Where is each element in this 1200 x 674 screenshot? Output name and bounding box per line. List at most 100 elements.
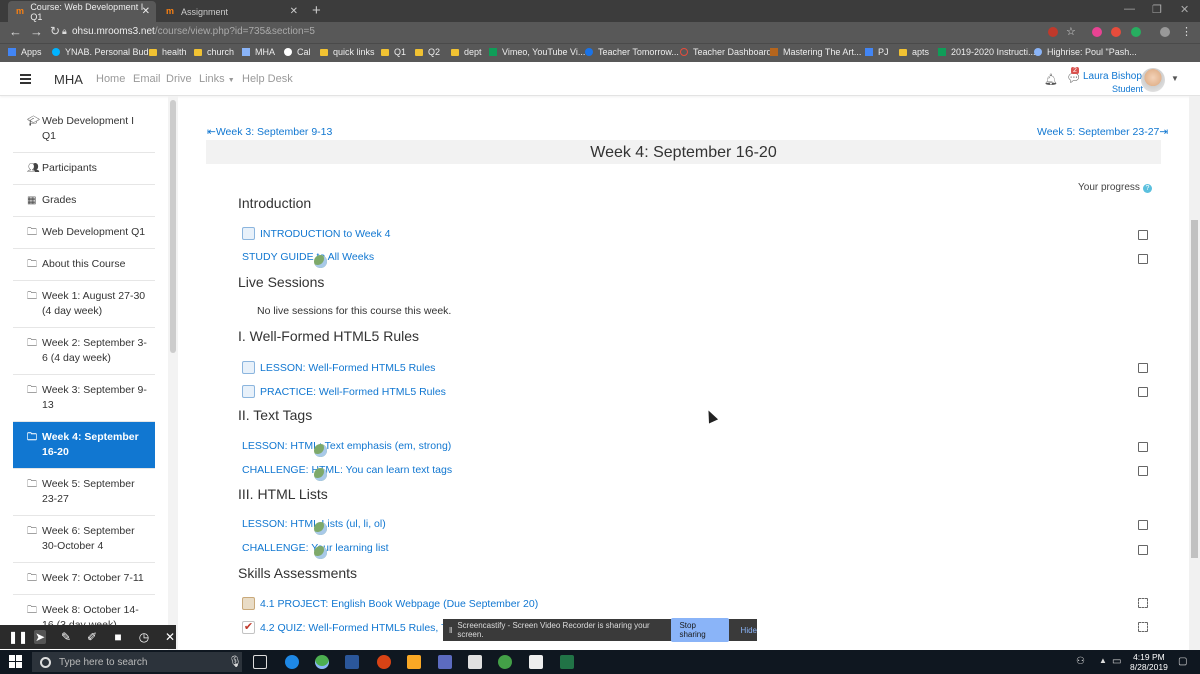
taskbar-search[interactable]: Type here to search <box>32 652 242 672</box>
sidebar-item-week-7[interactable]: 🗀 Week 7: October 7-11 <box>13 563 155 595</box>
activity-link[interactable]: LESSON: Well-Formed HTML5 Rules <box>242 361 435 374</box>
bookmark-apts[interactable]: apts <box>899 47 929 57</box>
completion-checkbox[interactable] <box>1138 466 1148 476</box>
activity-link[interactable]: CHALLENGE: HTML: You can learn text tags <box>242 464 452 481</box>
close-icon[interactable]: ✕ <box>290 6 298 17</box>
completion-checkbox[interactable] <box>1138 622 1148 632</box>
back-icon[interactable]: ← <box>9 24 22 39</box>
chevron-up-icon[interactable]: ▲ <box>1099 656 1107 665</box>
bookmark-dept[interactable]: dept <box>451 47 482 57</box>
activity-link[interactable]: PRACTICE: Well-Formed HTML5 Rules <box>242 385 446 398</box>
notification-icon[interactable]: ▢ <box>1178 656 1187 667</box>
activity-link[interactable]: CHALLENGE: Your learning list <box>242 542 389 559</box>
extension-icon[interactable] <box>1048 27 1058 37</box>
bookmark-q2[interactable]: Q2 <box>415 47 440 57</box>
completion-checkbox[interactable] <box>1138 254 1148 264</box>
app-icon[interactable] <box>377 655 391 669</box>
completion-checkbox[interactable] <box>1138 442 1148 452</box>
completion-checkbox[interactable] <box>1138 363 1148 373</box>
bookmark-cal[interactable]: Cal <box>284 47 311 57</box>
close-icon[interactable]: ✕ <box>164 630 176 644</box>
sidebar-item-week-2[interactable]: 🗀 Week 2: September 3-6 (4 day week) <box>13 328 155 375</box>
prev-week-link[interactable]: ⇤Week 3: September 9-13 <box>207 126 332 138</box>
completion-checkbox[interactable] <box>1138 230 1148 240</box>
next-week-link[interactable]: Week 5: September 23-27⇥ <box>1037 126 1168 138</box>
system-clock[interactable]: 4:19 PM 8/28/2019 <box>1130 652 1168 672</box>
completion-checkbox[interactable] <box>1138 520 1148 530</box>
chrome-icon[interactable] <box>498 655 512 669</box>
sidebar-item-section[interactable]: 🗀 About this Course <box>13 249 155 281</box>
activity-link[interactable]: LESSON: HTML: Text emphasis (em, strong) <box>242 440 451 457</box>
extension-icon[interactable] <box>1092 27 1102 37</box>
pointer-icon[interactable]: ➤ <box>34 630 46 644</box>
app-icon[interactable] <box>438 655 452 669</box>
highlighter-icon[interactable]: ✐ <box>86 630 98 644</box>
tab-course[interactable]: m Course: Web Development I Q1 ✕ <box>8 1 156 22</box>
avatar[interactable] <box>1141 68 1165 92</box>
profile-icon[interactable] <box>1160 27 1170 37</box>
bookmark-quick-links[interactable]: quick links <box>320 47 375 57</box>
new-tab-button[interactable]: + <box>312 2 321 19</box>
hide-button[interactable]: Hide <box>741 626 757 635</box>
maximize-button[interactable]: ❐ <box>1152 3 1162 16</box>
sidebar-scrollbar[interactable] <box>170 100 176 353</box>
camera-icon[interactable]: ■ <box>112 630 124 644</box>
stop-sharing-button[interactable]: Stop sharing <box>671 618 729 642</box>
bookmark-ynab[interactable]: YNAB. Personal Bud... <box>52 47 156 57</box>
sidebar-item-course[interactable]: 🎓︎ Web Development I Q1 <box>13 106 155 153</box>
pause-icon[interactable]: ❚❚ <box>8 630 28 644</box>
screencastify-icon[interactable] <box>1111 27 1121 37</box>
sidebar-item-week-3[interactable]: 🗀 Week 3: September 9-13 <box>13 375 155 422</box>
network-icon[interactable]: ▭ <box>1112 656 1121 667</box>
close-icon[interactable]: ✕ <box>142 6 150 17</box>
activity-link[interactable]: INTRODUCTION to Week 4 <box>242 227 391 240</box>
bookmark-highrise[interactable]: Highrise: Poul "Pash... <box>1034 47 1137 57</box>
bookmark-mastering[interactable]: Mastering The Art... <box>770 47 861 57</box>
bookmark-apps[interactable]: Apps <box>8 47 42 57</box>
sidebar-item-week-1[interactable]: 🗀 Week 1: August 27-30 (4 day week) <box>13 281 155 328</box>
bookmark-teacher-tomorrow[interactable]: Teacher Tomorrow... <box>585 47 679 57</box>
sidebar-item-week-8[interactable]: 🗀 Week 8: October 14-16 (3 day week) <box>13 595 155 626</box>
sidebar-item-section[interactable]: 🗀 Web Development Q1 <box>13 217 155 249</box>
activity-link[interactable]: 4.1 PROJECT: English Book Webpage (Due S… <box>242 597 538 610</box>
nav-help-desk[interactable]: Help Desk <box>242 73 293 85</box>
bookmark-vimeo[interactable]: Vimeo, YouTube Vi... <box>489 47 585 57</box>
url-field[interactable]: ohsu.mrooms3.net/course/view.php?id=735&… <box>72 26 315 37</box>
completion-checkbox[interactable] <box>1138 545 1148 555</box>
hamburger-icon[interactable] <box>20 74 31 86</box>
completion-checkbox[interactable] <box>1138 387 1148 397</box>
sidebar-item-participants[interactable]: 👥︎ Participants <box>13 153 155 185</box>
bookmark-health[interactable]: health <box>149 47 187 57</box>
bell-icon[interactable]: 🔔︎ <box>1044 73 1058 86</box>
completion-checkbox[interactable] <box>1138 598 1148 608</box>
reload-icon[interactable]: ↻ <box>50 24 60 38</box>
tab-assignment[interactable]: m Assignment ✕ <box>158 1 304 22</box>
minimize-button[interactable]: — <box>1124 3 1135 15</box>
excel-icon[interactable] <box>560 655 574 669</box>
help-icon[interactable]: ? <box>1142 184 1152 193</box>
extension-icon[interactable] <box>1131 27 1141 37</box>
microphone-icon[interactable]: 🎙︎ <box>228 655 242 668</box>
nav-drive[interactable]: Drive <box>166 73 192 85</box>
activity-link[interactable]: LESSON: HTML Lists (ul, li, ol) <box>242 518 386 535</box>
edge-icon[interactable] <box>285 655 299 669</box>
nav-links[interactable]: Links ▼ <box>199 73 235 85</box>
timer-icon[interactable]: ◷ <box>138 630 150 644</box>
bookmark-pj[interactable]: PJ <box>865 47 889 57</box>
activity-link[interactable]: STUDY GUIDE to All Weeks <box>242 251 374 268</box>
site-brand[interactable]: MHA <box>54 72 83 87</box>
page-scrollbar[interactable] <box>1191 220 1198 558</box>
windows-start-icon[interactable] <box>9 655 23 669</box>
people-icon[interactable]: ⚇ <box>1076 656 1085 667</box>
window-close-button[interactable]: ✕ <box>1180 3 1189 16</box>
sticky-notes-icon[interactable] <box>407 655 421 669</box>
pen-icon[interactable]: ✎ <box>60 630 72 644</box>
menu-dots-icon[interactable]: ⋮ <box>1181 25 1192 38</box>
calculator-icon[interactable] <box>529 655 543 669</box>
app-icon[interactable] <box>468 655 482 669</box>
forward-icon[interactable]: → <box>30 24 43 39</box>
star-icon[interactable]: ☆ <box>1066 25 1076 38</box>
bookmark-mha[interactable]: MHA <box>242 47 275 57</box>
bookmark-teacher-dashboard[interactable]: Teacher Dashboard <box>680 47 772 57</box>
chevron-down-icon[interactable]: ▼ <box>1171 74 1179 83</box>
